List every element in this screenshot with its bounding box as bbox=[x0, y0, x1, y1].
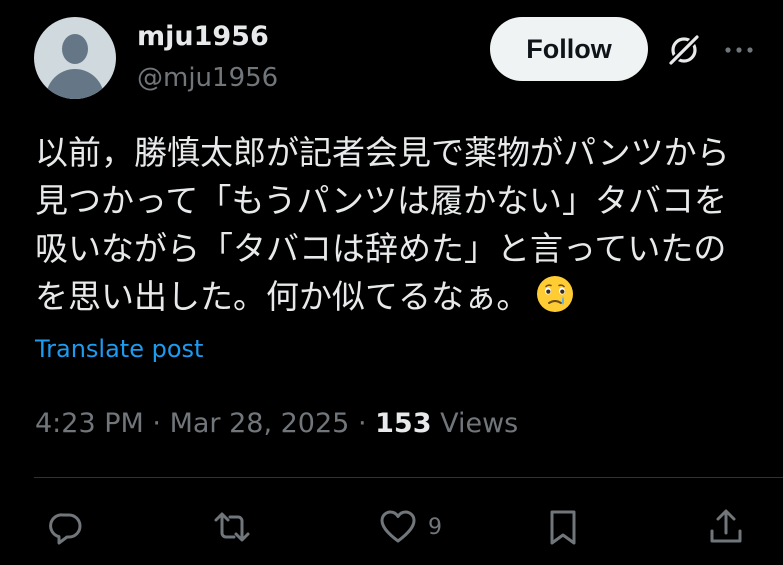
post-text: 以前，勝慎太郎が記者会見で薬物がパンツから 見つかって「もうパンツは履かない」タ… bbox=[35, 129, 765, 321]
grok-icon[interactable] bbox=[664, 30, 704, 70]
post-text-line: 見つかって「もうパンツは履かない」タバコを bbox=[35, 181, 728, 220]
author-handle[interactable]: @mju1956 bbox=[137, 61, 278, 95]
actions-divider bbox=[34, 477, 783, 478]
avatar-head-shape bbox=[62, 34, 88, 64]
more-options-icon[interactable] bbox=[722, 38, 756, 62]
post-meta: 4:23 PM · Mar 28, 2025 · 153 Views bbox=[35, 406, 518, 442]
views-label[interactable]: Views bbox=[440, 408, 518, 439]
avatar[interactable] bbox=[34, 17, 116, 99]
meta-separator: · bbox=[152, 408, 161, 439]
reply-icon bbox=[49, 513, 82, 545]
post-text-line: 以前，勝慎太郎が記者会見で薬物がパンツから bbox=[35, 133, 730, 172]
repost-button[interactable] bbox=[212, 505, 252, 549]
meta-separator: · bbox=[357, 408, 367, 439]
bookmark-button[interactable] bbox=[543, 505, 583, 549]
repost-icon bbox=[214, 512, 250, 542]
heart-icon bbox=[380, 510, 416, 543]
bookmark-icon bbox=[550, 510, 576, 545]
post-text-line: を思い出した。何か似てるなぁ。 bbox=[35, 277, 530, 316]
follow-button[interactable]: Follow bbox=[490, 17, 648, 81]
share-button[interactable] bbox=[706, 505, 746, 549]
post-date[interactable]: Mar 28, 2025 bbox=[170, 408, 350, 439]
translate-post-link[interactable]: Translate post bbox=[35, 333, 203, 365]
post-time[interactable]: 4:23 PM bbox=[35, 408, 144, 439]
face-holding-back-tears-emoji bbox=[537, 276, 574, 312]
share-icon bbox=[710, 509, 742, 543]
reply-button[interactable] bbox=[46, 505, 86, 549]
author-display-name[interactable]: mju1956 bbox=[137, 20, 269, 54]
like-count: 9 bbox=[428, 514, 442, 540]
avatar-shoulders-shape bbox=[46, 69, 104, 99]
post-text-line: 吸いながら「タバコは辞めた」と言っていたの bbox=[35, 229, 727, 268]
like-button[interactable]: 9 bbox=[378, 505, 442, 549]
views-count[interactable]: 153 bbox=[375, 408, 431, 439]
